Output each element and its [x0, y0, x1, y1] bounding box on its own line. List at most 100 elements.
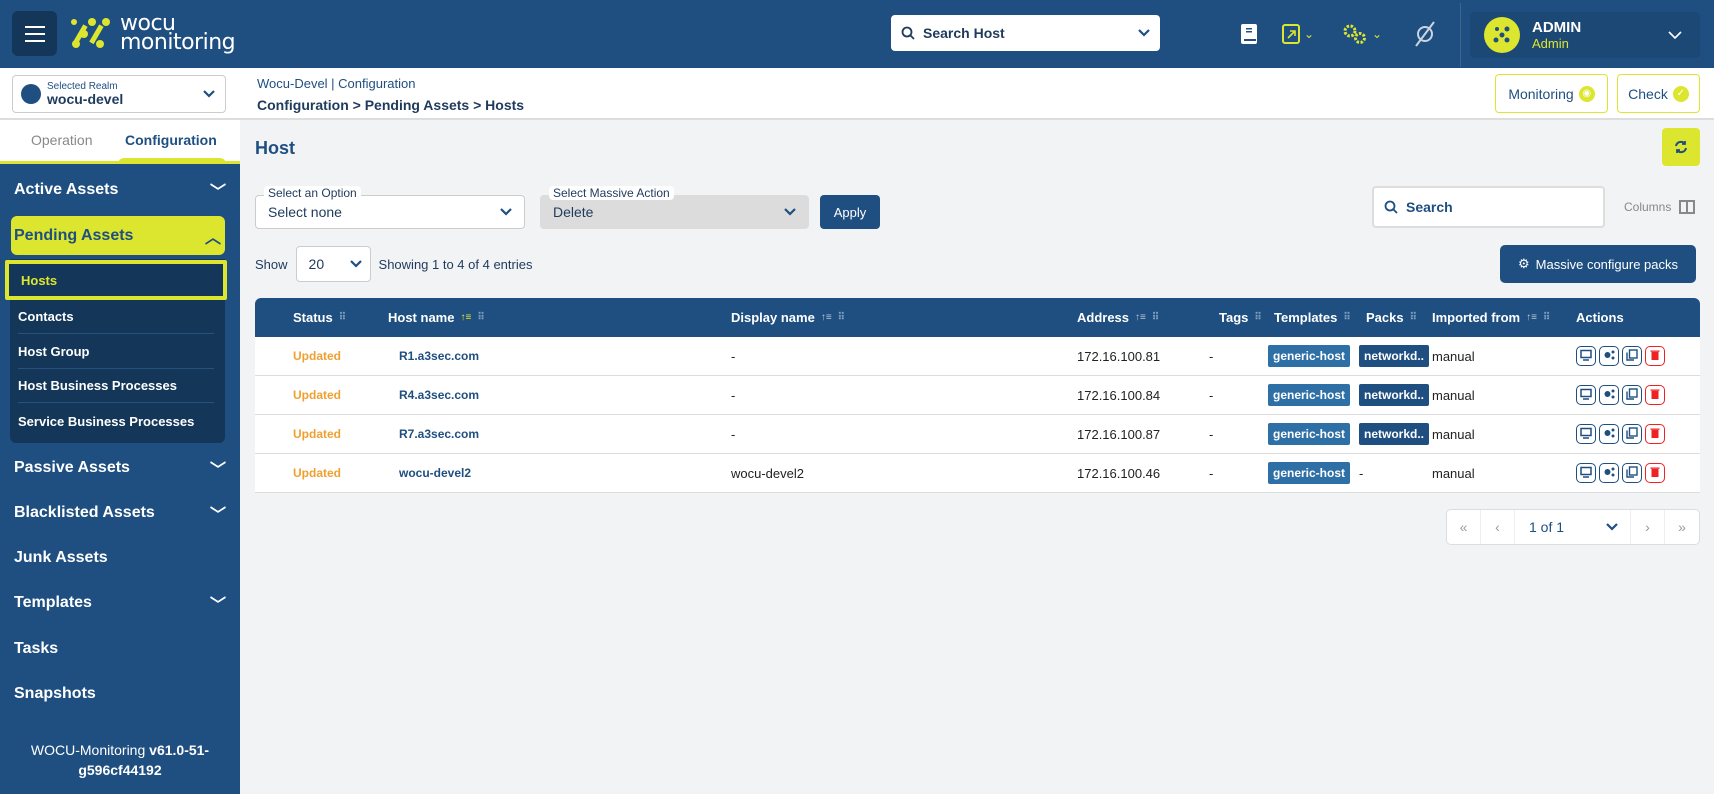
columns-toggle[interactable]: Columns: [1624, 200, 1696, 214]
column-display-name[interactable]: Display name ↑≡ ⠿: [731, 310, 845, 325]
massive-configure-packs-button[interactable]: ⚙ Massive configure packs: [1500, 245, 1696, 283]
logo-icon: [1493, 26, 1510, 43]
drag-handle-icon[interactable]: ⠿: [1152, 312, 1159, 323]
drag-handle-icon[interactable]: ⠿: [477, 312, 484, 323]
status-badge: Updated: [293, 349, 341, 363]
configure-packs-button[interactable]: [1599, 424, 1619, 444]
apply-button[interactable]: Apply: [820, 195, 880, 229]
drag-handle-icon[interactable]: ⠿: [1543, 312, 1550, 323]
sidebar-subitem-hosts[interactable]: Hosts: [5, 260, 227, 300]
table-search-input[interactable]: Search: [1372, 186, 1605, 228]
first-page-button[interactable]: «: [1447, 510, 1481, 544]
drag-handle-icon[interactable]: ⠿: [1343, 312, 1350, 323]
column-address[interactable]: Address ↑≡ ⠿: [1077, 310, 1159, 325]
chevron-down-icon: ﹀: [209, 507, 226, 524]
sidebar-subitem-host-group[interactable]: Host Group: [18, 335, 214, 369]
sort-icon[interactable]: ↑≡: [1135, 312, 1146, 323]
display-name-cell: -: [731, 426, 736, 442]
template-badge[interactable]: generic-host: [1268, 345, 1351, 367]
wocu-logo: wocu monitoring: [70, 13, 236, 54]
menu-toggle-button[interactable]: [12, 11, 57, 56]
host-name-link[interactable]: R4.a3sec.com: [399, 376, 479, 414]
search-host-select[interactable]: Search Host: [891, 15, 1160, 51]
duplicate-button[interactable]: [1622, 385, 1642, 405]
configure-packs-button[interactable]: [1599, 463, 1619, 483]
sidebar-subitem-service-business-processes[interactable]: Service Business Processes: [18, 404, 214, 438]
column-packs[interactable]: Packs ⠿: [1366, 310, 1417, 325]
duplicate-button[interactable]: [1622, 424, 1642, 444]
monitor-button[interactable]: [1576, 385, 1596, 405]
column-status[interactable]: Status ⠿: [293, 310, 346, 325]
delete-button[interactable]: [1645, 346, 1665, 366]
sidebar-subitem-contacts[interactable]: Contacts: [18, 300, 214, 334]
column-imported-from[interactable]: Imported from ↑≡ ⠿: [1432, 310, 1550, 325]
columns-icon: [1679, 200, 1696, 214]
configure-packs-button[interactable]: [1599, 385, 1619, 405]
plugin-toggle-button[interactable]: [1412, 20, 1438, 48]
docs-button[interactable]: [1240, 20, 1258, 48]
pack-badge[interactable]: networkd..: [1359, 384, 1430, 406]
sort-icon[interactable]: ↑≡: [821, 312, 832, 323]
massive-action-select[interactable]: Select Massive Action Delete: [540, 186, 809, 229]
table-row: Updated wocu-devel2 wocu-devel2 172.16.1…: [255, 454, 1700, 493]
template-badge[interactable]: generic-host: [1268, 462, 1351, 484]
sidebar-item-pending-assets[interactable]: Pending Assets ︿: [11, 216, 225, 255]
gears-icon: [1343, 24, 1366, 44]
sidebar-item-blacklisted-assets[interactable]: Blacklisted Assets ﹀: [14, 501, 226, 525]
tab-configuration[interactable]: Configuration: [125, 132, 217, 148]
pack-badge[interactable]: networkd..: [1359, 423, 1430, 445]
refresh-button[interactable]: [1662, 128, 1700, 166]
sidebar-item-tasks[interactable]: Tasks: [14, 637, 226, 661]
settings-menu[interactable]: ⌄: [1342, 20, 1382, 48]
host-name-link[interactable]: R7.a3sec.com: [399, 415, 479, 453]
sort-icon[interactable]: ↑≡: [460, 312, 471, 323]
monitor-button[interactable]: [1576, 346, 1596, 366]
sidebar-item-junk-assets[interactable]: Junk Assets: [14, 546, 226, 570]
sidebar-item-templates[interactable]: Templates ﹀: [14, 591, 226, 615]
drag-handle-icon[interactable]: ⠿: [1254, 312, 1261, 323]
page-select[interactable]: 1 of 1: [1515, 510, 1631, 544]
check-button[interactable]: Check ✓: [1617, 74, 1700, 113]
external-link-menu[interactable]: ⌄: [1282, 20, 1314, 48]
monitor-button[interactable]: [1576, 424, 1596, 444]
duplicate-button[interactable]: [1622, 463, 1642, 483]
option-select[interactable]: Select an Option Select none: [255, 186, 525, 229]
duplicate-button[interactable]: [1622, 346, 1642, 366]
monitoring-button[interactable]: Monitoring ◉: [1495, 74, 1608, 113]
drag-handle-icon[interactable]: ⠿: [838, 312, 845, 323]
template-badge[interactable]: generic-host: [1268, 423, 1351, 445]
drag-handle-icon[interactable]: ⠿: [1410, 312, 1417, 323]
chevron-down-icon: ⌄: [1304, 27, 1315, 41]
drag-handle-icon[interactable]: ⠿: [339, 312, 346, 323]
template-badge[interactable]: generic-host: [1268, 384, 1351, 406]
sidebar-item-snapshots[interactable]: Snapshots: [14, 682, 226, 706]
status-badge: Updated: [293, 427, 341, 441]
address-cell: 172.16.100.81: [1077, 348, 1161, 364]
delete-button[interactable]: [1645, 424, 1665, 444]
delete-button[interactable]: [1645, 463, 1665, 483]
chevron-up-icon: ︿: [204, 229, 221, 247]
column-host-name[interactable]: Host name ↑≡ ⠿: [388, 310, 485, 325]
page-size-select[interactable]: 20: [295, 246, 371, 282]
user-menu[interactable]: ADMIN Admin: [1470, 12, 1700, 58]
last-page-button[interactable]: »: [1665, 510, 1699, 544]
column-tags[interactable]: Tags ⠿: [1219, 310, 1262, 325]
sidebar-item-passive-assets[interactable]: Passive Assets ﹀: [14, 456, 226, 480]
sidebar-item-active-assets[interactable]: Active Assets ﹀: [14, 178, 226, 202]
sidebar-subitem-host-business-processes[interactable]: Host Business Processes: [18, 369, 214, 403]
next-page-button[interactable]: ›: [1631, 510, 1665, 544]
host-name-link[interactable]: R1.a3sec.com: [399, 337, 479, 375]
column-templates[interactable]: Templates ⠿: [1274, 310, 1351, 325]
refresh-icon: [1675, 140, 1687, 154]
tab-operation[interactable]: Operation: [31, 132, 92, 148]
pack-badge[interactable]: networkd..: [1359, 345, 1430, 367]
breadcrumb: Wocu-Devel | Configuration Configuration…: [257, 76, 525, 113]
sort-icon[interactable]: ↑≡: [1526, 312, 1537, 323]
monitor-button[interactable]: [1576, 463, 1596, 483]
prev-page-button[interactable]: ‹: [1481, 510, 1515, 544]
host-name-link[interactable]: wocu-devel2: [399, 454, 471, 492]
configure-packs-button[interactable]: [1599, 346, 1619, 366]
realm-select[interactable]: Selected Realm wocu-devel: [12, 75, 226, 113]
delete-button[interactable]: [1645, 385, 1665, 405]
sub-header: Selected Realm wocu-devel Wocu-Devel | Co…: [0, 68, 1714, 120]
